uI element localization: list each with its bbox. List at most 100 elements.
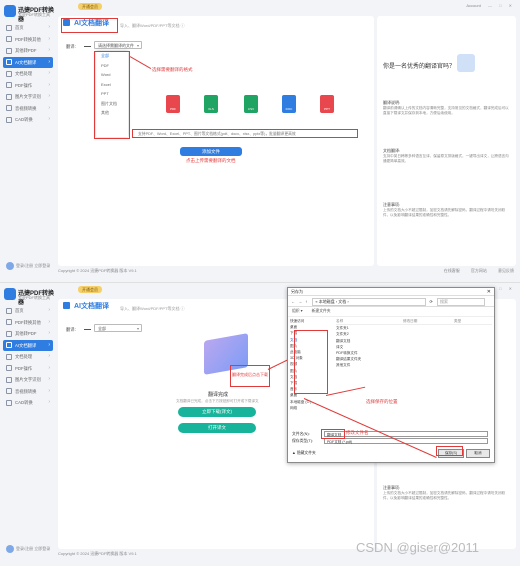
chevron-right-icon: › bbox=[48, 58, 50, 65]
sidebar-item-media[interactable]: 音视频转换 › bbox=[0, 103, 56, 115]
sidebar-item-label: 其他转PDF bbox=[15, 331, 37, 336]
account-link[interactable]: Account bbox=[466, 3, 480, 8]
chevron-down-icon: ▾ bbox=[136, 326, 139, 331]
maximize-icon[interactable]: □ bbox=[499, 3, 501, 8]
sidebar-item-pdf-to-other[interactable]: PDF转换其他 › bbox=[0, 34, 56, 46]
app-subtitle: 专业PDF转换工具 bbox=[18, 12, 50, 17]
add-file-button[interactable]: 添加文件 bbox=[180, 147, 242, 156]
top-bar: 开通会员 Account — □ ✕ bbox=[56, 0, 520, 14]
sidebar-item-cad[interactable]: CAD转换 › bbox=[0, 114, 56, 126]
sidebar-item-cad[interactable]: CAD转换 › bbox=[0, 397, 56, 409]
screenshot-panel-1: 迅捷PDF转换器 专业PDF转换工具 开通会员 Account — □ ✕ 首页… bbox=[0, 0, 520, 283]
sidebar-item-pdf-to-other[interactable]: PDF转换其他 › bbox=[0, 317, 56, 329]
pdf-file-icon: PDF bbox=[166, 95, 180, 113]
up-arrow-icon[interactable]: ↑ bbox=[305, 299, 307, 304]
info-text: 翻译前请确认上传的文档内容清晰完整，支持常见的文档格式，翻译完成后可以直接下载译… bbox=[383, 106, 509, 115]
chevron-right-icon: › bbox=[48, 341, 50, 348]
app-brand: 迅捷PDF转换器 专业PDF转换工具 bbox=[4, 4, 58, 23]
close-icon[interactable]: ✕ bbox=[509, 286, 512, 291]
chevron-right-icon: › bbox=[48, 387, 50, 394]
csv-file-icon: CSV bbox=[244, 95, 258, 113]
filename-highlight-box bbox=[321, 429, 345, 439]
search-input[interactable]: 搜索 bbox=[436, 297, 485, 306]
file-icon bbox=[6, 47, 12, 54]
sidebar-item-label: 首页 bbox=[15, 25, 24, 30]
footer-link[interactable]: 官方网站 bbox=[471, 268, 487, 273]
footer-link[interactable]: 在线客服 bbox=[444, 268, 460, 273]
column-header[interactable]: 名称 bbox=[336, 318, 402, 324]
minimize-icon[interactable]: — bbox=[488, 3, 492, 8]
sidebar-item-doc-process[interactable]: 文档处理 › bbox=[0, 351, 56, 363]
cad-icon bbox=[6, 116, 12, 123]
refresh-icon[interactable]: ⟳ bbox=[430, 299, 433, 304]
column-header[interactable]: 类型 bbox=[454, 318, 461, 324]
dialog-toolbar: 组织 ▾ 新建文件夹 bbox=[288, 307, 494, 317]
sidebar-item-ai-translate[interactable]: AI文档翻译 › bbox=[3, 339, 53, 351]
chevron-right-icon: › bbox=[48, 307, 50, 313]
format-select[interactable]: 全部 ▾ bbox=[94, 324, 142, 332]
back-arrow-icon[interactable]: ← bbox=[291, 299, 295, 304]
cancel-button[interactable]: 取消 bbox=[466, 449, 490, 458]
doc-icon bbox=[6, 70, 12, 77]
format-select[interactable]: 请选择需翻译的文件 ▾ bbox=[94, 41, 142, 49]
sidebar-item-label: AI文档翻译 bbox=[15, 59, 37, 65]
sidebar-item-label: 文档处理 bbox=[15, 71, 33, 76]
address-bar[interactable]: « 本地磁盘 › 文档 › bbox=[312, 297, 427, 306]
open-translation-button[interactable]: 打开译文 bbox=[178, 423, 256, 433]
sidebar-item-other-to-pdf[interactable]: 其他转PDF › bbox=[0, 45, 56, 57]
hide-folders-toggle[interactable]: ▲ 隐藏文件夹 bbox=[292, 451, 316, 456]
annotation-download: 翻译完成后点击下载 bbox=[232, 372, 268, 377]
sidebar-item-ai-translate[interactable]: AI文档翻译 › bbox=[3, 56, 53, 68]
file-icon bbox=[6, 330, 12, 337]
chevron-right-icon: › bbox=[48, 35, 50, 42]
footer-link[interactable]: 意见反馈 bbox=[498, 268, 514, 273]
close-icon[interactable]: ✕ bbox=[509, 3, 512, 8]
translate-icon bbox=[6, 342, 12, 349]
page-title: AI文档翻译 bbox=[74, 303, 109, 310]
user-login[interactable]: 登录/注册 立即登录 bbox=[6, 262, 50, 270]
supported-formats-text: 支持PDF、Word、Excel、PPT、图片等文档格式(pdf、docx、xl… bbox=[132, 129, 358, 138]
sidebar-item-doc-process[interactable]: 文档处理 › bbox=[0, 68, 56, 80]
sidebar-item-home[interactable]: 首页 › bbox=[0, 22, 56, 34]
app-subtitle: 专业PDF转换工具 bbox=[18, 295, 50, 300]
annotation-save-location: 选择保存的位置 bbox=[366, 399, 398, 404]
info-title: 你是一名优秀的翻译官吗？ bbox=[383, 64, 456, 70]
column-header[interactable]: 修改日期 bbox=[403, 318, 453, 324]
sidebar-item-label: 其他转PDF bbox=[15, 48, 37, 53]
vip-button[interactable]: 开通会员 bbox=[78, 286, 102, 293]
format-label: 翻译: bbox=[66, 44, 76, 49]
sidebar-item-media[interactable]: 音视频转换 › bbox=[0, 386, 56, 398]
sidebar-item-ocr[interactable]: 图片文字识别 › bbox=[0, 374, 56, 386]
sidebar-item-ocr[interactable]: 图片文字识别 › bbox=[0, 91, 56, 103]
app-logo-icon bbox=[4, 288, 16, 300]
dropdown-highlight-box bbox=[94, 51, 130, 139]
new-folder-button[interactable]: 新建文件夹 bbox=[312, 309, 331, 313]
user-login[interactable]: 登录/注册 立即登录 bbox=[6, 545, 50, 553]
filetype-label: 保存类型(T): bbox=[292, 439, 314, 443]
annotation-select-format: 选择需要翻译的格式 bbox=[152, 67, 193, 72]
cad-icon bbox=[6, 399, 12, 406]
close-icon[interactable]: ✕ bbox=[487, 288, 491, 296]
sidebar-item-other-to-pdf[interactable]: 其他转PDF › bbox=[0, 328, 56, 340]
annotation-upload: 点击上传需要翻译的文档 bbox=[186, 158, 236, 163]
sidebar-item-pdf-ops[interactable]: PDF操作 › bbox=[0, 80, 56, 92]
organize-button[interactable]: 组织 ▾ bbox=[292, 309, 303, 313]
chevron-right-icon: › bbox=[48, 47, 50, 53]
sidebar-item-home[interactable]: 首页 › bbox=[0, 305, 56, 317]
sidebar-item-label: 首页 bbox=[15, 308, 24, 313]
chevron-right-icon: › bbox=[48, 24, 50, 30]
forward-arrow-icon[interactable]: → bbox=[298, 299, 302, 304]
maximize-icon[interactable]: □ bbox=[499, 286, 501, 291]
chevron-right-icon: › bbox=[48, 330, 50, 336]
translate-icon bbox=[63, 19, 70, 26]
image-icon bbox=[6, 376, 12, 383]
sidebar-item-pdf-ops[interactable]: PDF操作 › bbox=[0, 363, 56, 375]
download-button[interactable]: 立即下载(译文) bbox=[178, 407, 256, 417]
tool-icon bbox=[6, 82, 12, 89]
file-row[interactable]: 其他文件 bbox=[336, 362, 492, 368]
sidebar-item-label: PDF操作 bbox=[15, 365, 33, 371]
info-text: 上传的文档大小不超过限制，加密文档请先解除密码，翻译过程中请勿关闭软件，以免影响… bbox=[383, 491, 506, 500]
sidebar-item-label: PDF操作 bbox=[15, 82, 33, 88]
vip-button[interactable]: 开通会员 bbox=[78, 3, 102, 10]
main-content: AI文档翻译 导入、翻译Word/PDF/PPT等文档 ⓘ 翻译: 请选择需翻译… bbox=[58, 16, 374, 266]
